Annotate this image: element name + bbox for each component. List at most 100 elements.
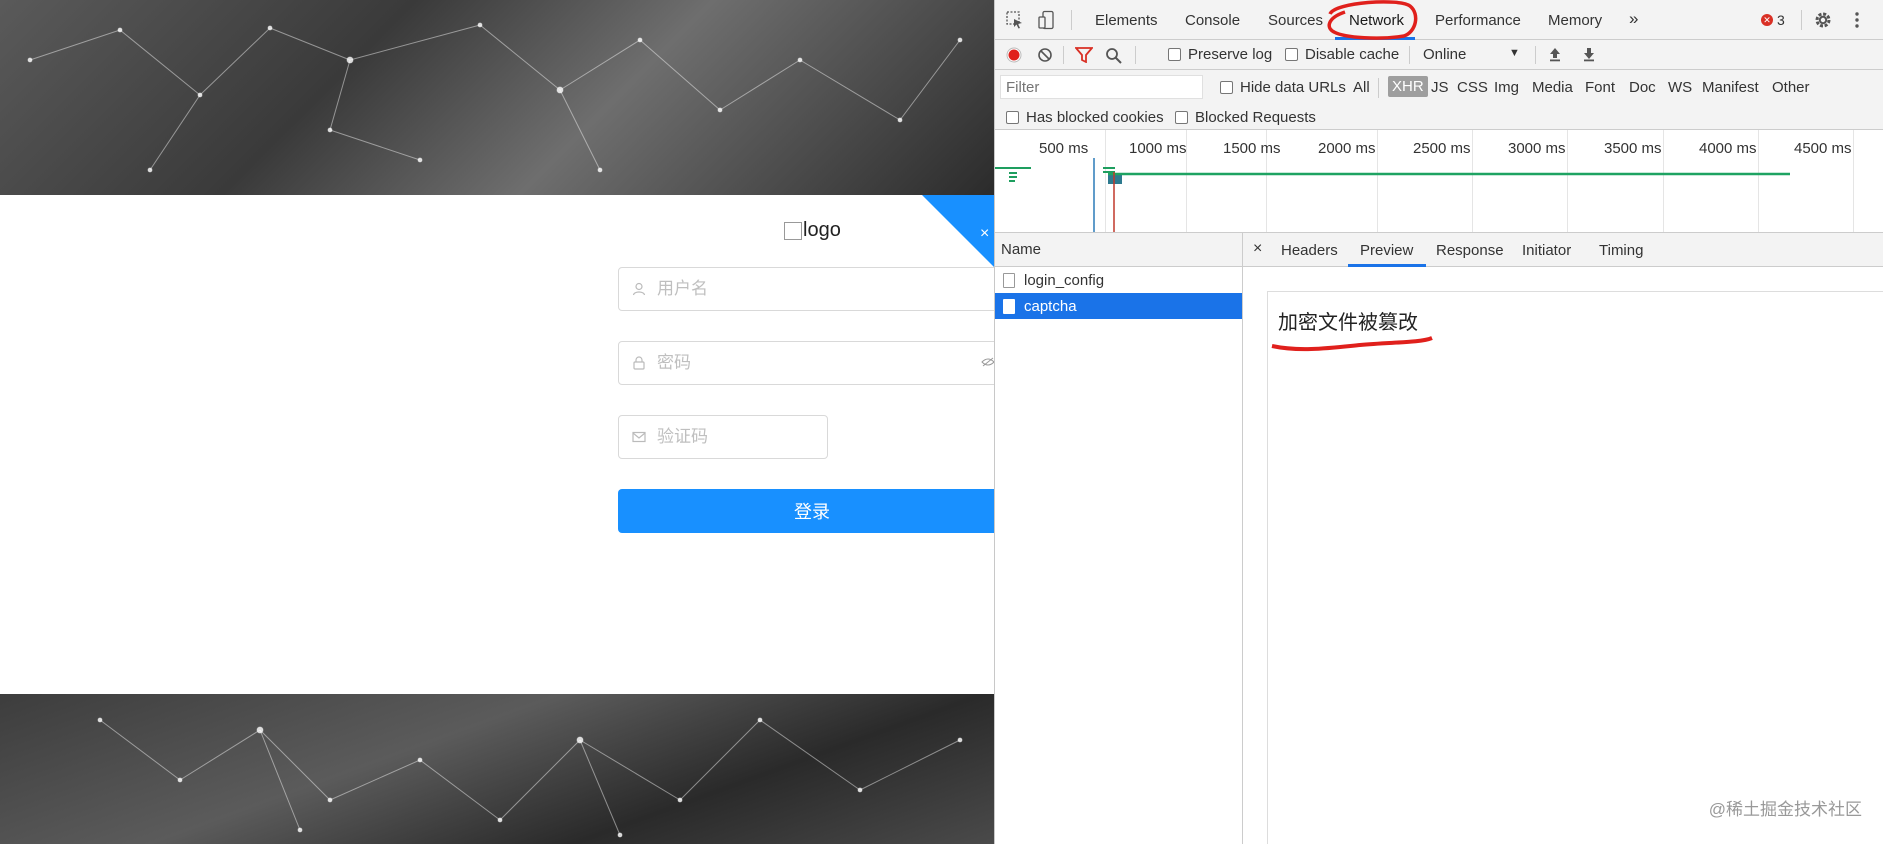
mail-icon (631, 429, 647, 445)
tab-memory[interactable]: Memory (1548, 12, 1602, 29)
separator (1409, 46, 1410, 64)
checkbox-box[interactable] (1006, 111, 1019, 124)
preview-text: 加密文件被篡改 (1278, 312, 1418, 334)
timeline-bars (995, 158, 1790, 232)
filter-type-doc[interactable]: Doc (1629, 79, 1656, 96)
watermark: @稀土掘金技术社区 (1708, 800, 1862, 819)
disable-cache-checkbox[interactable]: Disable cache (1285, 46, 1399, 63)
checkbox-box[interactable] (1220, 81, 1233, 94)
filter-icon[interactable] (1074, 47, 1094, 67)
request-name: captcha (1024, 297, 1077, 315)
request-row-login-config[interactable]: login_config (995, 267, 1242, 293)
logo-image-placeholder (784, 221, 802, 240)
devtools-panel: Elements Console Sources Network Perform… (994, 0, 1883, 844)
request-row-captcha[interactable]: captcha (995, 293, 1242, 319)
password-input[interactable] (655, 352, 859, 374)
blocked-requests-label: Blocked Requests (1195, 109, 1316, 126)
checkbox-box[interactable] (1175, 111, 1188, 124)
preserve-log-checkbox[interactable]: Preserve log (1168, 46, 1272, 63)
separator (1801, 10, 1802, 30)
filter-type-css[interactable]: CSS (1457, 79, 1488, 96)
checkbox-box[interactable] (1285, 48, 1298, 61)
separator (1378, 78, 1379, 98)
import-har-icon[interactable] (1547, 46, 1563, 66)
error-counter[interactable]: ✕ 3 (1761, 12, 1785, 28)
tab-network[interactable]: Network (1349, 12, 1404, 29)
checkbox-box[interactable] (1168, 48, 1181, 61)
tab-initiator[interactable]: Initiator (1522, 242, 1571, 259)
has-blocked-cookies-checkbox[interactable]: Has blocked cookies (1006, 109, 1164, 126)
login-card: × logo 登录 (0, 195, 994, 694)
more-tabs-icon[interactable]: » (1629, 9, 1638, 29)
logo-text: logo (803, 219, 841, 241)
devtools-tabbar: Elements Console Sources Network Perform… (995, 0, 1883, 40)
blocked-requests-checkbox[interactable]: Blocked Requests (1175, 109, 1316, 126)
filter-type-manifest[interactable]: Manifest (1702, 79, 1759, 96)
captcha-input[interactable] (655, 426, 809, 448)
password-field[interactable] (618, 341, 994, 385)
throttling-value: Online (1423, 46, 1467, 63)
settings-gear-icon[interactable] (1813, 10, 1833, 30)
separator (1135, 46, 1136, 64)
separator (1535, 46, 1536, 64)
filter-type-all[interactable]: All (1353, 79, 1370, 96)
error-count: 3 (1777, 12, 1785, 28)
tab-sources[interactable]: Sources (1268, 12, 1323, 29)
request-list: Name login_config captcha (995, 233, 1243, 844)
kebab-menu-icon[interactable] (1847, 10, 1867, 30)
filter-type-xhr[interactable]: XHR (1388, 76, 1428, 97)
tab-elements[interactable]: Elements (1095, 12, 1158, 29)
login-button[interactable]: 登录 (618, 489, 994, 533)
file-icon (1003, 298, 1015, 314)
filter-type-img[interactable]: Img (1494, 79, 1519, 96)
filter-type-js[interactable]: JS (1431, 79, 1449, 96)
tab-headers[interactable]: Headers (1281, 242, 1338, 259)
filter-type-ws[interactable]: WS (1668, 79, 1692, 96)
inspect-element-icon[interactable] (1005, 10, 1025, 30)
detail-tabbar: × Headers Preview Response Initiator Tim… (1243, 233, 1883, 267)
username-field[interactable] (618, 267, 994, 311)
separator (1063, 46, 1064, 64)
filter-bar: Hide data URLs All XHR JS CSS Img Media … (995, 70, 1883, 130)
active-detail-tab-indicator (1348, 264, 1426, 267)
network-toolbar: Preserve log Disable cache Online ▼ (995, 40, 1883, 70)
lock-icon (631, 355, 647, 371)
corner-close-icon[interactable]: × (980, 225, 994, 243)
throttling-select[interactable]: Online ▼ (1423, 46, 1523, 63)
has-blocked-cookies-label: Has blocked cookies (1026, 109, 1164, 126)
request-detail-panel: × Headers Preview Response Initiator Tim… (1243, 233, 1883, 844)
tab-preview[interactable]: Preview (1360, 242, 1413, 259)
name-column-header[interactable]: Name (995, 233, 1242, 267)
disable-cache-label: Disable cache (1305, 46, 1400, 63)
hide-data-urls-checkbox[interactable]: Hide data URLs (1220, 79, 1346, 96)
error-icon: ✕ (1761, 14, 1773, 26)
filter-type-media[interactable]: Media (1532, 79, 1573, 96)
dropdown-arrow-icon: ▼ (1509, 47, 1520, 59)
tab-timing[interactable]: Timing (1599, 242, 1643, 259)
hide-data-urls-label: Hide data URLs (1240, 79, 1346, 96)
clear-icon[interactable] (1037, 47, 1053, 67)
request-name: login_config (1024, 271, 1105, 289)
record-icon[interactable] (1006, 47, 1022, 67)
tab-performance[interactable]: Performance (1435, 12, 1521, 29)
tab-response[interactable]: Response (1436, 242, 1504, 259)
captcha-field[interactable] (618, 415, 828, 459)
filter-type-other[interactable]: Other (1772, 79, 1810, 96)
user-icon (631, 281, 647, 297)
logo: logo (784, 219, 841, 242)
device-toolbar-icon[interactable] (1037, 10, 1057, 30)
search-icon[interactable] (1105, 47, 1122, 68)
login-page: × logo 登录 (0, 0, 994, 844)
close-detail-icon[interactable]: × (1253, 240, 1262, 258)
filter-input[interactable] (1000, 75, 1203, 99)
filter-type-font[interactable]: Font (1585, 79, 1615, 96)
separator (1071, 10, 1072, 30)
username-input[interactable] (655, 278, 859, 300)
preserve-log-label: Preserve log (1188, 46, 1273, 63)
network-overview-timeline[interactable]: 500 ms 1000 ms 1500 ms 2000 ms 2500 ms 3… (995, 130, 1883, 233)
preview-pane: 加密文件被篡改 (1267, 291, 1883, 844)
eye-icon[interactable] (981, 356, 994, 370)
export-har-icon[interactable] (1581, 46, 1597, 66)
tab-console[interactable]: Console (1185, 12, 1240, 29)
file-icon (1003, 272, 1015, 288)
